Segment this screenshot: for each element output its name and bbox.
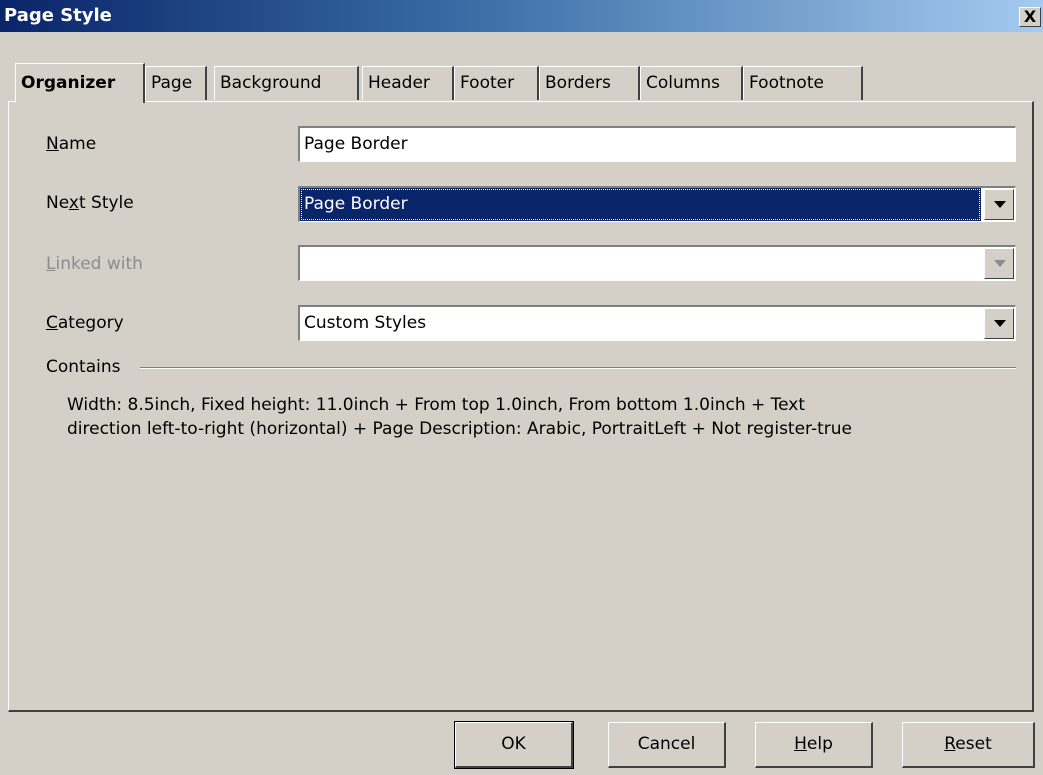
- next-style-label-mnemonic: x: [68, 193, 79, 213]
- linked-with-dropdown-button: [984, 248, 1014, 279]
- tab-columns-label: Columns: [646, 73, 720, 93]
- next-style-value: Page Border: [300, 188, 981, 221]
- name-label-mnemonic: N: [46, 134, 59, 154]
- ok-button-label: OK: [501, 734, 526, 754]
- category-label-mnemonic: C: [46, 313, 58, 333]
- tab-background-label: Background: [220, 73, 322, 93]
- tab-columns[interactable]: Columns: [640, 66, 743, 100]
- tab-borders-label: Borders: [545, 73, 611, 93]
- help-button-mnemonic: H: [794, 734, 807, 754]
- name-label-rest: ame: [58, 134, 97, 154]
- next-style-label-start: Ne: [46, 193, 69, 213]
- tab-footnote-label: Footnote: [749, 73, 824, 93]
- cancel-button[interactable]: Cancel: [608, 722, 726, 768]
- tab-header-label: Header: [368, 73, 430, 93]
- category-dropdown-button[interactable]: [984, 308, 1014, 339]
- help-button[interactable]: Help: [755, 722, 873, 768]
- contains-line-1: Width: 8.5inch, Fixed height: 11.0inch +…: [67, 395, 806, 415]
- help-button-label: elp: [806, 734, 833, 754]
- contains-divider: [140, 367, 1016, 369]
- next-style-select[interactable]: Page Border: [298, 186, 1016, 222]
- cancel-button-label: Cancel: [637, 734, 696, 754]
- close-icon: X: [1023, 7, 1037, 26]
- next-style-label-rest: t Style: [78, 193, 134, 213]
- category-value: Custom Styles: [304, 313, 427, 333]
- tab-page-label: Page: [151, 73, 193, 93]
- reset-button-mnemonic: R: [944, 734, 956, 754]
- tab-header[interactable]: Header: [362, 66, 454, 100]
- tab-footnote[interactable]: Footnote: [743, 66, 863, 100]
- tab-page[interactable]: Page: [145, 66, 207, 100]
- close-button[interactable]: X: [1019, 7, 1041, 27]
- name-input-value: Page Border: [304, 134, 408, 154]
- contains-description: Width: 8.5inch, Fixed height: 11.0inch +…: [67, 393, 967, 441]
- contains-label: Contains: [46, 357, 121, 377]
- next-style-dropdown-button[interactable]: [984, 189, 1014, 220]
- name-label: Name: [46, 134, 96, 154]
- category-label-rest: ategory: [57, 313, 124, 333]
- ok-button[interactable]: OK: [454, 721, 574, 769]
- next-style-label: Next Style: [46, 193, 134, 213]
- reset-button-label: eset: [955, 734, 992, 754]
- tab-footer[interactable]: Footer: [454, 66, 539, 100]
- category-label: Category: [46, 313, 124, 333]
- tab-borders[interactable]: Borders: [539, 66, 640, 100]
- tab-footer-label: Footer: [460, 73, 515, 93]
- name-input[interactable]: Page Border: [298, 126, 1016, 162]
- linked-with-select: [298, 245, 1016, 281]
- window-title: Page Style: [4, 5, 112, 26]
- tab-organizer[interactable]: Organizer: [15, 63, 145, 103]
- tab-organizer-label: Organizer: [21, 73, 116, 93]
- category-select[interactable]: Custom Styles: [298, 305, 1016, 341]
- tab-background[interactable]: Background: [214, 66, 359, 100]
- linked-with-label: Linked with: [46, 254, 143, 274]
- title-bar: Page Style X: [0, 0, 1043, 32]
- reset-button[interactable]: Reset: [902, 722, 1035, 768]
- linked-with-label-rest: inked with: [55, 254, 143, 274]
- contains-line-2: direction left-to-right (horizontal) + P…: [67, 419, 852, 439]
